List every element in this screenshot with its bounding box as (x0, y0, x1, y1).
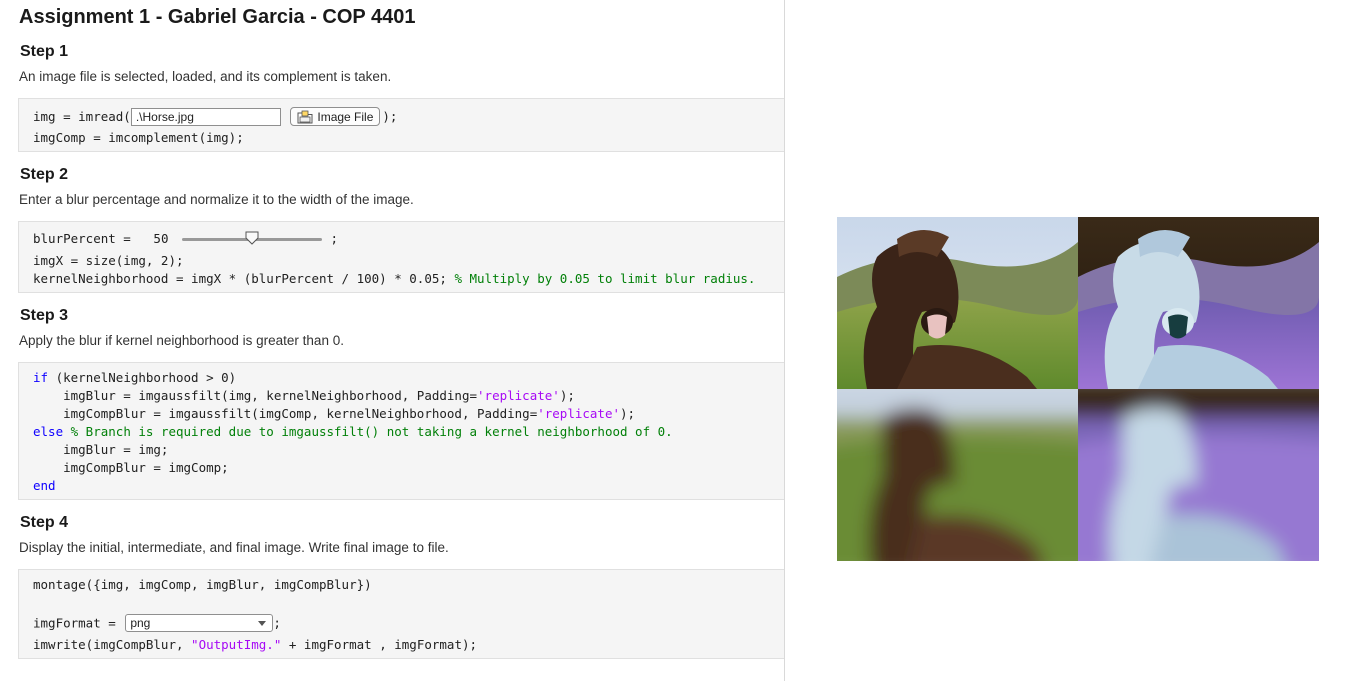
code-comment: % Multiply by 0.05 to limit blur radius. (454, 271, 756, 286)
code-comment: % Branch is required due to imgaussfilt(… (63, 424, 673, 439)
code-text: kernelNeighborhood = imgX * (blurPercent… (33, 271, 455, 286)
image-format-dropdown[interactable]: png (125, 614, 274, 632)
complement-horse-panel (1078, 217, 1319, 389)
code-line: montage({img, imgComp, imgBlur, imgCompB… (33, 577, 372, 592)
output-divider[interactable] (784, 0, 785, 681)
step-4-description: Display the initial, intermediate, and f… (19, 540, 449, 555)
code-text: ); (559, 388, 575, 403)
blurred-complement-horse-panel (1078, 389, 1319, 561)
code-text: blurPercent = (33, 231, 139, 246)
original-horse-panel (837, 217, 1078, 389)
code-line: kernelNeighborhood = imgX * (blurPercent… (33, 271, 755, 286)
folder-icon (297, 110, 313, 123)
code-line: imgCompBlur = imgaussfilt(imgComp, kerne… (33, 406, 635, 421)
code-text: imgBlur = imgaussfilt(img, kernelNeighbo… (33, 388, 478, 403)
code-string: 'replicate' (477, 388, 560, 403)
code-block-step-2[interactable]: blurPercent = 50; imgX = size(img, 2); k… (18, 221, 784, 293)
code-line: imgComp = imcomplement(img); (33, 130, 244, 145)
page-title: Assignment 1 - Gabriel Garcia - COP 4401 (19, 6, 416, 28)
code-line: imwrite(imgCompBlur, "OutputImg." + imgF… (33, 637, 477, 652)
image-file-button-label: Image File (317, 109, 374, 124)
code-keyword: if (33, 370, 49, 385)
step-3-heading: Step 3 (20, 307, 69, 324)
code-block-step-3[interactable]: if (kernelNeighborhood > 0) imgBlur = im… (18, 362, 784, 500)
code-text: + imgFormat , imgFormat); (281, 637, 478, 652)
step-4-heading: Step 4 (20, 514, 69, 531)
code-line: img = imread(.\Horse.jpg Image File); (33, 107, 398, 127)
code-string: "OutputImg." (191, 637, 282, 652)
code-line: imgBlur = imgaussfilt(img, kernelNeighbo… (33, 388, 575, 403)
code-line: imgBlur = img; (33, 442, 169, 457)
step-1-heading: Step 1 (20, 43, 69, 60)
code-text: ; (330, 231, 339, 246)
code-keyword: end (33, 478, 56, 493)
code-text: (kernelNeighborhood > 0) (48, 370, 237, 385)
step-3-description: Apply the blur if kernel neighborhood is… (19, 333, 344, 348)
blurred-horse-panel (837, 389, 1078, 561)
code-line: else % Branch is required due to imgauss… (33, 424, 673, 439)
live-script-editor: Assignment 1 - Gabriel Garcia - COP 4401… (0, 0, 784, 681)
image-format-value: png (130, 616, 151, 630)
code-text: imgCompBlur = imgaussfilt(imgComp, kerne… (33, 406, 538, 421)
code-text: ); (382, 109, 398, 124)
blur-percent-slider[interactable] (182, 231, 323, 247)
image-file-button[interactable]: Image File (290, 107, 381, 126)
code-line: imgFormat = png; (33, 614, 281, 633)
code-text: ); (620, 406, 636, 421)
code-keyword: else (33, 424, 64, 439)
code-line: imgCompBlur = imgComp; (33, 460, 229, 475)
code-text: imgFormat = (33, 615, 124, 631)
montage-output-figure (837, 217, 1319, 561)
image-file-field[interactable]: .\Horse.jpg (130, 107, 281, 126)
code-line: imgX = size(img, 2); (33, 253, 184, 268)
chevron-down-icon (258, 621, 267, 626)
blur-percent-value: 50 (153, 231, 169, 246)
step-2-heading: Step 2 (20, 166, 69, 183)
montage-image (837, 217, 1319, 561)
code-text: imwrite(imgCompBlur, (33, 637, 192, 652)
code-line: blurPercent = 50; (33, 231, 338, 248)
code-block-step-1[interactable]: img = imread(.\Horse.jpg Image File); im… (18, 98, 784, 152)
step-1-description: An image file is selected, loaded, and i… (19, 69, 392, 84)
code-text: img = imread( (33, 109, 131, 124)
code-string: 'replicate' (537, 406, 621, 421)
code-text: ; (273, 615, 281, 631)
step-2-description: Enter a blur percentage and normalize it… (19, 192, 414, 207)
code-line: if (kernelNeighborhood > 0) (33, 370, 236, 385)
slider-thumb[interactable] (245, 231, 259, 245)
code-block-step-4[interactable]: montage({img, imgComp, imgBlur, imgCompB… (18, 569, 784, 659)
